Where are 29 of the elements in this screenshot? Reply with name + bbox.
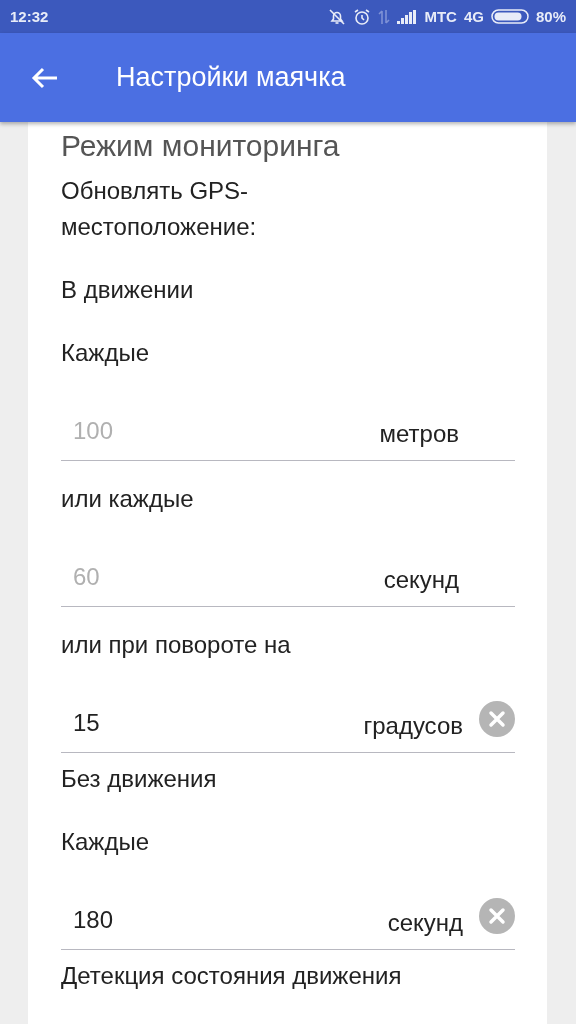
signal-icon [397, 9, 418, 24]
bell-off-icon [328, 7, 347, 26]
field-label: или при повороте на [61, 631, 291, 658]
network-type: 4G [463, 8, 484, 25]
number-input[interactable]: 180 [61, 905, 388, 934]
status-time: 12:32 [10, 8, 49, 25]
screen-title: Настройки маячка [116, 62, 346, 93]
section-title: Детекция состояния движения [61, 962, 402, 989]
number-input[interactable]: 15 [61, 708, 364, 737]
clear-icon[interactable] [479, 897, 515, 934]
carrier-name: МТС [424, 8, 457, 25]
data-arrows-icon [378, 8, 391, 25]
clear-icon[interactable] [479, 700, 515, 737]
battery-icon [490, 9, 529, 24]
unit-label: секунд [387, 907, 463, 937]
field-label: Обновлять GPS-местоположение: [61, 177, 257, 240]
section-title: Без движения [61, 765, 217, 792]
unit-label: метров [379, 418, 459, 448]
section-heading: Режим мониторинга [61, 128, 341, 164]
field-label: или каждые [61, 485, 194, 512]
alarm-icon [353, 7, 372, 26]
number-input[interactable]: 60 [61, 562, 384, 591]
unit-label: секунд [383, 564, 459, 594]
field-label: Каждые [61, 339, 149, 366]
unit-label: градусов [363, 710, 463, 740]
section-title: В движении [61, 276, 194, 303]
number-input[interactable]: 100 [61, 416, 380, 445]
battery-percent: 80% [535, 8, 566, 25]
field-label: Каждые [61, 828, 149, 855]
